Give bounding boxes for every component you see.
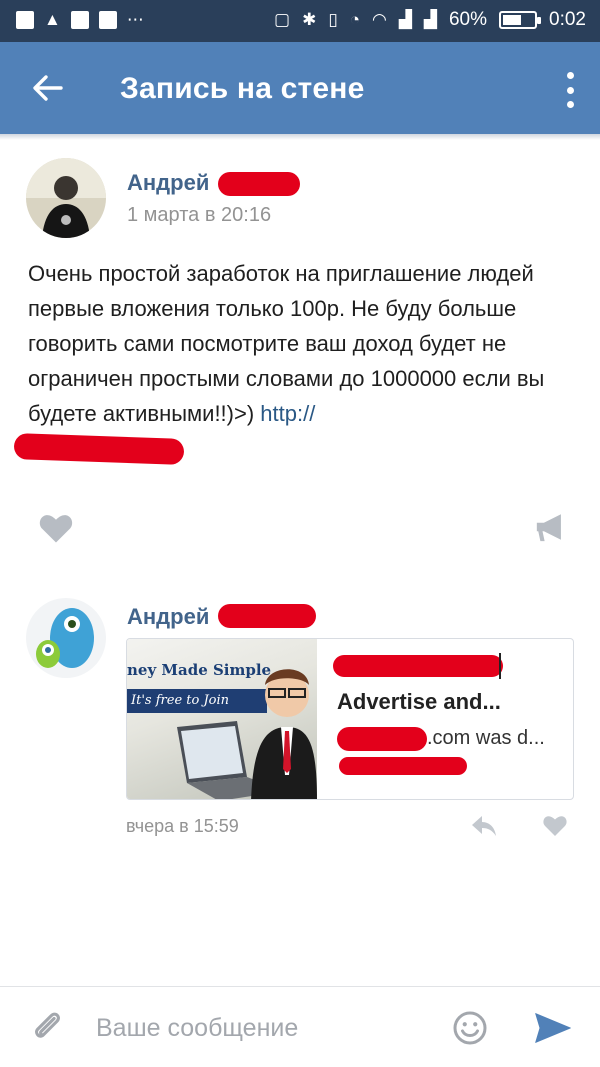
vibrate-icon: ▯ bbox=[328, 10, 338, 29]
clock: 0:02 bbox=[549, 9, 586, 30]
attach-icon[interactable] bbox=[30, 1008, 64, 1046]
link-preview-image: ney Made Simple It's free to Join bbox=[127, 639, 317, 799]
emoji-icon[interactable] bbox=[452, 1010, 488, 1046]
comment-date: вчера в 15:59 bbox=[126, 816, 239, 836]
app-bar: Запись на стене bbox=[0, 42, 600, 134]
post-author-name[interactable]: Андрей bbox=[127, 170, 209, 196]
post-date: 1 марта в 20:16 bbox=[127, 204, 272, 226]
signal-icon: ▟ bbox=[398, 10, 412, 29]
page-title: Запись на стене bbox=[120, 72, 365, 105]
comment-author-name[interactable]: Андрей bbox=[127, 604, 209, 630]
send-icon[interactable] bbox=[534, 1012, 572, 1044]
redaction-mark-link bbox=[13, 433, 185, 465]
battery-percent: 60% bbox=[448, 9, 488, 30]
comment-author-avatar[interactable] bbox=[26, 598, 106, 678]
facebook-notification-icon bbox=[70, 11, 89, 29]
more-notifications-icon: ⋯ bbox=[126, 10, 144, 29]
redaction-mark-card-extra bbox=[339, 757, 467, 775]
post-text: Очень простой заработок на приглашение л… bbox=[28, 256, 578, 431]
text-divider bbox=[499, 653, 501, 679]
link-preview-title: Advertise and... bbox=[337, 689, 501, 714]
back-arrow-icon[interactable] bbox=[30, 70, 66, 106]
message-input[interactable] bbox=[96, 1008, 426, 1048]
alarm-icon: ◔ bbox=[349, 10, 360, 29]
share-icon[interactable] bbox=[534, 510, 568, 544]
post-link[interactable]: http:// bbox=[260, 401, 315, 426]
link-preview-card[interactable]: ney Made Simple It's free to Join Advert… bbox=[126, 638, 574, 800]
like-icon[interactable] bbox=[38, 512, 74, 544]
redaction-mark bbox=[218, 172, 300, 196]
notification-icons: ▲ ⋯ bbox=[16, 10, 144, 30]
composer-divider bbox=[0, 986, 600, 987]
wifi-icon: ◠ bbox=[371, 10, 387, 29]
link-preview-description: .com was d... bbox=[427, 727, 545, 749]
post-author-avatar[interactable] bbox=[26, 158, 106, 238]
battery-icon bbox=[499, 11, 542, 29]
facebook-notification-icon-2 bbox=[98, 11, 117, 29]
screenshot-icon: ▢ bbox=[274, 10, 291, 29]
bluetooth-icon: ✱ bbox=[302, 10, 317, 29]
system-status: ▢ ✱ ▯ ◔ ◠ ▟ ▟ 60% 0:02 bbox=[274, 9, 586, 31]
redaction-mark-card-title bbox=[333, 655, 503, 677]
redaction-mark-card-domain bbox=[337, 727, 427, 751]
reply-icon[interactable] bbox=[470, 814, 498, 838]
signal-2-icon: ▟ bbox=[423, 10, 437, 29]
redaction-mark-comment bbox=[218, 604, 316, 628]
gallery-notification-icon bbox=[16, 11, 34, 29]
more-options-icon[interactable] bbox=[564, 72, 576, 108]
app-bar-shadow bbox=[0, 134, 600, 140]
warning-notification-icon: ▲ bbox=[44, 10, 61, 29]
comment-like-icon[interactable] bbox=[542, 814, 568, 837]
person-illustration bbox=[251, 669, 317, 799]
status-bar: ▲ ⋯ ▢ ✱ ▯ ◔ ◠ ▟ ▟ 60% 0:02 bbox=[0, 0, 600, 42]
